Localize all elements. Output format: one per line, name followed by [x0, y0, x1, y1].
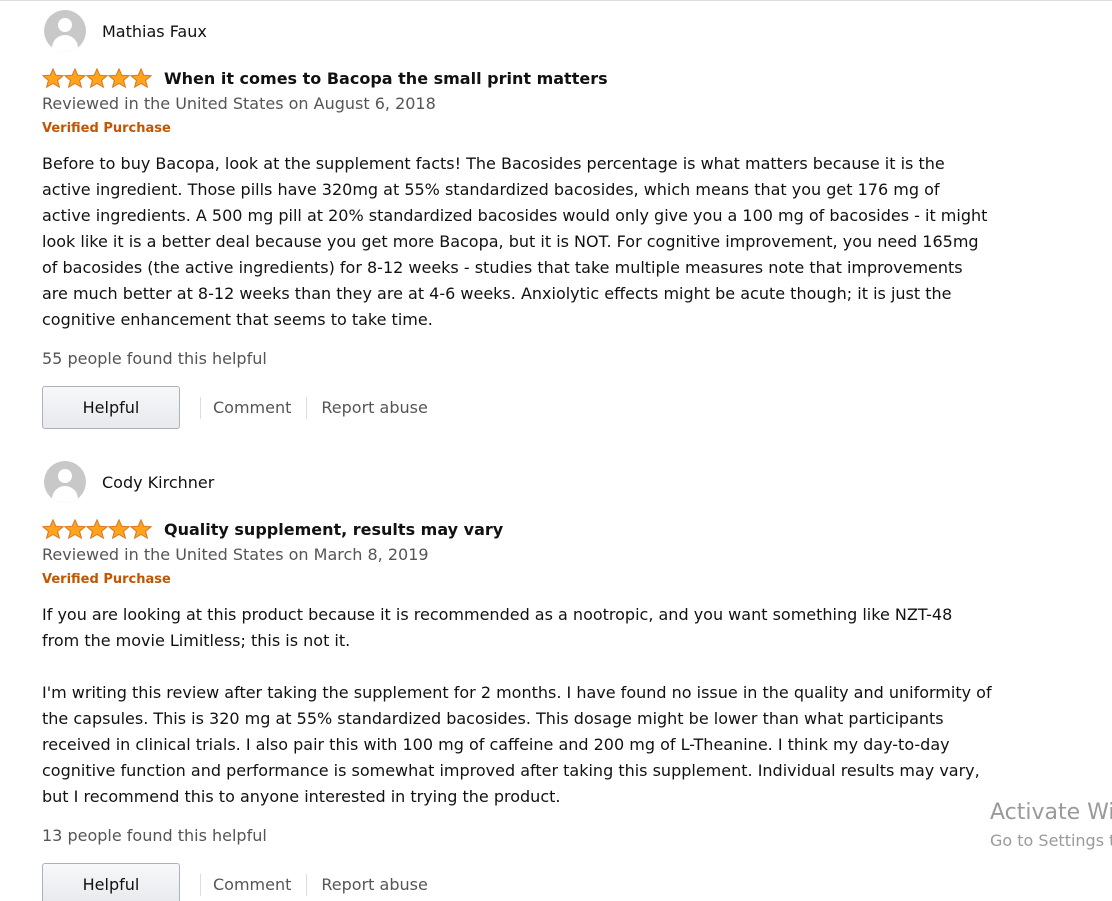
- reviewer-profile[interactable]: Mathias Faux: [42, 9, 992, 53]
- divider: [200, 873, 201, 896]
- review-card: Cody Kirchner Quality supplement, result…: [42, 460, 992, 901]
- star-icon: [42, 519, 64, 539]
- review-title[interactable]: When it comes to Bacopa the small print …: [164, 69, 608, 88]
- helpful-button[interactable]: Helpful: [42, 386, 180, 429]
- review-card: Mathias Faux When it comes to Bacopa the…: [42, 9, 992, 429]
- star-icon: [108, 519, 130, 539]
- review-title-row: Quality supplement, results may vary: [42, 518, 992, 540]
- verified-purchase-badge[interactable]: Verified Purchase: [42, 571, 992, 589]
- divider: [306, 396, 308, 419]
- default-avatar-icon: [44, 461, 86, 503]
- report-abuse-link[interactable]: Report abuse: [321, 398, 427, 417]
- reviews-page: Mathias Faux When it comes to Bacopa the…: [0, 0, 1112, 901]
- review-paragraph: If you are looking at this product becau…: [42, 605, 953, 650]
- helpful-button[interactable]: Helpful: [42, 863, 180, 901]
- activate-windows-watermark: Activate Wi Go to Settings t: [990, 798, 1112, 853]
- watermark-subtitle: Go to Settings t: [990, 831, 1112, 850]
- helpful-count: 13 people found this helpful: [42, 826, 267, 845]
- divider: [306, 873, 308, 896]
- review-date: Reviewed in the United States on August …: [42, 94, 436, 113]
- verified-purchase-badge[interactable]: Verified Purchase: [42, 120, 992, 138]
- review-body: If you are looking at this product becau…: [42, 602, 992, 810]
- review-paragraph: I'm writing this review after taking the…: [42, 683, 992, 806]
- review-title-row: When it comes to Bacopa the small print …: [42, 67, 992, 89]
- star-icon: [42, 68, 64, 88]
- comment-link[interactable]: Comment: [213, 398, 291, 417]
- star-rating[interactable]: [42, 519, 152, 539]
- review-title[interactable]: Quality supplement, results may vary: [164, 520, 503, 539]
- helpful-count: 55 people found this helpful: [42, 349, 267, 368]
- star-icon: [64, 68, 86, 88]
- review-body: Before to buy Bacopa, look at the supple…: [42, 151, 992, 333]
- star-icon: [86, 68, 108, 88]
- star-icon: [64, 519, 86, 539]
- comment-link[interactable]: Comment: [213, 875, 291, 894]
- reviewer-name[interactable]: Mathias Faux: [102, 22, 207, 41]
- reviewer-name[interactable]: Cody Kirchner: [102, 473, 214, 492]
- review-actions: Helpful Comment Report abuse: [42, 863, 992, 901]
- watermark-title: Activate Wi: [990, 800, 1112, 825]
- divider: [200, 396, 201, 419]
- review-actions: Helpful Comment Report abuse: [42, 386, 992, 429]
- review-date: Reviewed in the United States on March 8…: [42, 545, 429, 564]
- star-icon: [108, 68, 130, 88]
- star-icon: [86, 519, 108, 539]
- star-rating[interactable]: [42, 68, 152, 88]
- star-icon: [130, 68, 152, 88]
- reviewer-profile[interactable]: Cody Kirchner: [42, 460, 992, 504]
- star-icon: [130, 519, 152, 539]
- review-paragraph: Before to buy Bacopa, look at the supple…: [42, 154, 988, 329]
- report-abuse-link[interactable]: Report abuse: [321, 875, 427, 894]
- default-avatar-icon: [44, 10, 86, 52]
